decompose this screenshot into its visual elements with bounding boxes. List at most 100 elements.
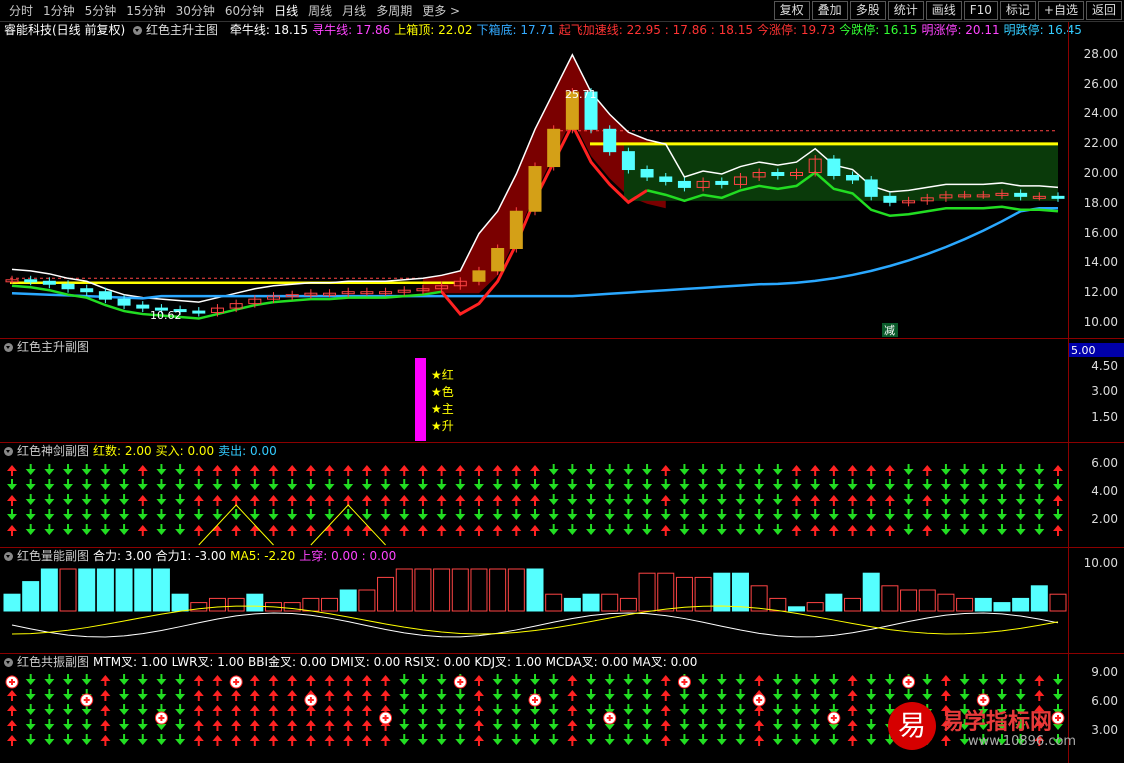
down-arrow-icon bbox=[623, 529, 634, 535]
down-arrow-icon bbox=[212, 514, 223, 520]
down-arrow-icon bbox=[940, 529, 951, 535]
down-arrow-icon bbox=[866, 484, 877, 490]
up-arrow-icon bbox=[922, 465, 933, 471]
down-arrow-icon bbox=[511, 484, 522, 490]
down-arrow-icon bbox=[604, 694, 615, 700]
volume-bar bbox=[414, 568, 432, 612]
down-arrow-icon bbox=[754, 469, 765, 475]
down-arrow-icon bbox=[996, 679, 1007, 685]
up-arrow-icon bbox=[287, 720, 298, 726]
up-arrow-icon bbox=[473, 675, 484, 681]
up-arrow-icon bbox=[866, 525, 877, 531]
down-arrow-icon bbox=[698, 514, 709, 520]
up-arrow-icon bbox=[530, 525, 540, 531]
down-arrow-icon bbox=[679, 484, 690, 490]
down-arrow-icon bbox=[361, 484, 372, 490]
down-arrow-icon bbox=[25, 484, 36, 490]
down-arrow-icon bbox=[25, 469, 36, 475]
up-arrow-icon bbox=[343, 675, 354, 681]
down-arrow-icon bbox=[791, 484, 802, 490]
down-arrow-icon bbox=[436, 694, 447, 700]
panel-divider[interactable] bbox=[0, 547, 1124, 548]
up-arrow-icon bbox=[1053, 495, 1063, 501]
down-arrow-icon bbox=[305, 484, 316, 490]
down-arrow-icon bbox=[716, 469, 727, 475]
lower-box-line bbox=[11, 207, 1058, 300]
down-arrow-icon bbox=[604, 679, 615, 685]
down-arrow-icon bbox=[361, 514, 372, 520]
panel-divider[interactable] bbox=[0, 442, 1124, 443]
down-arrow-icon bbox=[175, 484, 186, 490]
down-arrow-icon bbox=[772, 709, 783, 715]
down-arrow-icon bbox=[1015, 529, 1026, 535]
kline-chart[interactable]: 5.0025.7110.62减★红★色★主★升 bbox=[0, 0, 1124, 763]
up-arrow-icon bbox=[530, 465, 540, 471]
candle bbox=[509, 210, 523, 249]
down-arrow-icon bbox=[903, 499, 914, 505]
down-arrow-icon bbox=[791, 709, 802, 715]
volume-bar bbox=[96, 568, 114, 612]
down-arrow-icon bbox=[884, 694, 895, 700]
down-arrow-icon bbox=[772, 679, 783, 685]
down-arrow-icon bbox=[44, 679, 55, 685]
volume-bar bbox=[769, 597, 787, 612]
candle bbox=[42, 280, 56, 285]
down-arrow-icon bbox=[380, 484, 391, 490]
up-arrow-icon bbox=[884, 525, 895, 531]
up-arrow-icon bbox=[268, 720, 279, 726]
up-arrow-icon bbox=[399, 525, 410, 531]
down-arrow-icon bbox=[716, 739, 727, 745]
volume-bar bbox=[208, 597, 226, 612]
down-arrow-icon bbox=[679, 739, 690, 745]
down-arrow-icon bbox=[100, 514, 111, 520]
down-arrow-icon bbox=[63, 724, 74, 730]
down-arrow-icon bbox=[25, 694, 36, 700]
down-arrow-icon bbox=[642, 694, 653, 700]
down-arrow-icon bbox=[940, 514, 951, 520]
volume-bar bbox=[601, 593, 619, 612]
down-arrow-icon bbox=[903, 484, 914, 490]
up-arrow-icon bbox=[567, 735, 578, 741]
up-arrow-icon bbox=[1053, 525, 1063, 531]
volume-bar bbox=[507, 568, 525, 612]
down-arrow-icon bbox=[63, 709, 74, 715]
down-arrow-icon bbox=[810, 484, 821, 490]
down-arrow-icon bbox=[81, 514, 92, 520]
up-arrow-icon bbox=[249, 690, 260, 696]
down-arrow-icon bbox=[828, 724, 839, 730]
up-arrow-icon bbox=[810, 525, 821, 531]
panel-divider[interactable] bbox=[0, 338, 1124, 339]
down-arrow-icon bbox=[940, 499, 951, 505]
up-arrow-icon bbox=[660, 720, 671, 726]
up-arrow-icon bbox=[473, 690, 484, 696]
up-arrow-icon bbox=[324, 690, 335, 696]
up-arrow-icon bbox=[380, 495, 391, 501]
down-arrow-icon bbox=[791, 724, 802, 730]
down-arrow-icon bbox=[119, 679, 130, 685]
down-arrow-icon bbox=[343, 484, 354, 490]
down-arrow-icon bbox=[772, 514, 783, 520]
up-arrow-icon bbox=[473, 495, 484, 501]
panel-divider[interactable] bbox=[0, 653, 1124, 654]
axis-tick-label: 6.00 bbox=[1091, 694, 1118, 708]
up-arrow-icon bbox=[193, 675, 204, 681]
volume-bar bbox=[227, 597, 245, 612]
down-arrow-icon bbox=[959, 529, 970, 535]
up-arrow-icon bbox=[249, 705, 260, 711]
down-arrow-icon bbox=[772, 694, 783, 700]
volume-bar bbox=[881, 585, 899, 612]
down-arrow-icon bbox=[268, 514, 279, 520]
down-arrow-icon bbox=[25, 679, 36, 685]
down-arrow-icon bbox=[810, 709, 821, 715]
down-arrow-icon bbox=[604, 529, 615, 535]
down-arrow-icon bbox=[679, 709, 690, 715]
down-arrow-icon bbox=[212, 484, 223, 490]
up-arrow-icon bbox=[249, 525, 260, 531]
down-arrow-icon bbox=[156, 484, 167, 490]
volume-bar bbox=[825, 593, 843, 612]
down-arrow-icon bbox=[903, 694, 914, 700]
candle bbox=[61, 283, 75, 290]
down-arrow-icon bbox=[604, 514, 615, 520]
down-arrow-icon bbox=[996, 469, 1007, 475]
down-arrow-icon bbox=[679, 499, 690, 505]
